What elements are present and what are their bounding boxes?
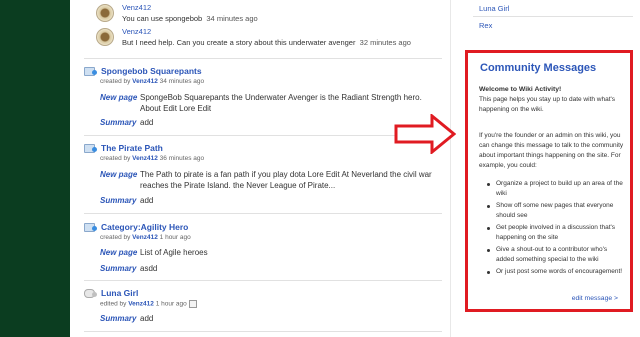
activity-feed: Venz412 You can use spongebob 34 minutes…	[70, 0, 450, 337]
entry-summary: add	[140, 196, 154, 205]
entry-title[interactable]: Spongebob Squarepants	[101, 66, 202, 76]
divider	[473, 16, 633, 17]
list-item: Give a shout-out to a contributor who's …	[484, 245, 624, 265]
entry-snippet: SpongeBob Squarepants the Underwater Ave…	[140, 93, 422, 113]
entry-summary: add	[140, 118, 154, 127]
reply-text: But I need help. Can you create a story …	[122, 38, 411, 47]
entry-user[interactable]: Venz412	[132, 155, 158, 162]
reply-time: 32 minutes ago	[359, 38, 411, 47]
entry-title[interactable]: Category:Agility Hero	[101, 222, 188, 232]
entry-summary: asdd	[140, 264, 158, 273]
entry-snippet: List of Agile heroes	[140, 248, 208, 257]
community-messages-title: Community Messages	[480, 62, 597, 74]
diff-icon[interactable]	[188, 300, 197, 308]
divider	[84, 213, 442, 214]
reply-author[interactable]: Venz412	[122, 27, 151, 36]
intro-text: This page helps you stay up to date with…	[479, 96, 616, 113]
divider	[84, 58, 442, 59]
entry-user[interactable]: Venz412	[128, 301, 154, 308]
reply-time: 34 minutes ago	[206, 14, 258, 23]
entry-snippet: The Path to pirate is a fan path if you …	[140, 170, 432, 190]
red-arrow-icon	[394, 114, 456, 154]
divider	[84, 135, 442, 136]
entry-label-summary: Summary	[100, 118, 137, 127]
suggestion-list: Organize a project to build up an area o…	[484, 179, 624, 279]
list-item: Or just post some words of encouragement…	[484, 267, 624, 277]
entry-meta: created by Venz412 34 minutes ago	[100, 78, 205, 85]
page-icon	[84, 67, 97, 76]
reply-author[interactable]: Venz412	[122, 3, 151, 12]
divider	[84, 331, 442, 332]
entry-meta: edited by Venz412 1 hour ago	[100, 300, 197, 308]
entry-meta: created by Venz412 1 hour ago	[100, 234, 191, 241]
entry-label-summary: Summary	[100, 314, 137, 323]
divider	[84, 280, 442, 281]
entry-label-new-page: New page	[100, 93, 138, 102]
page-icon	[84, 223, 97, 232]
avatar[interactable]	[96, 28, 114, 46]
entry-title[interactable]: Luna Girl	[101, 288, 138, 298]
entry-label-summary: Summary	[100, 196, 137, 205]
edit-message-link[interactable]: edit message >	[572, 295, 618, 302]
entry-label-new-page: New page	[100, 248, 138, 257]
list-item: Get people involved in a discussion that…	[484, 223, 624, 243]
activity-entry: Luna Girl edited by Venz412 1 hour ago S…	[84, 288, 444, 328]
activity-entry: Category:Agility Hero created by Venz412…	[84, 222, 444, 274]
activity-entry: The Pirate Path created by Venz412 36 mi…	[84, 143, 444, 213]
activity-entry: Spongebob Squarepants created by Venz412…	[84, 66, 444, 136]
page-icon	[84, 144, 97, 153]
entry-meta: created by Venz412 36 minutes ago	[100, 155, 205, 162]
list-item: Organize a project to build up an area o…	[484, 179, 624, 199]
entry-title[interactable]: The Pirate Path	[101, 143, 163, 153]
rail-link[interactable]: Rex	[479, 21, 492, 30]
list-item: Show off some new pages that everyone sh…	[484, 201, 624, 221]
reply-text: You can use spongebob 34 minutes ago	[122, 14, 258, 23]
founder-text: If you're the founder or an admin on thi…	[479, 132, 624, 169]
left-background	[0, 0, 70, 337]
community-messages-panel: Community Messages Welcome to Wiki Activ…	[465, 50, 633, 312]
entry-label-summary: Summary	[100, 264, 137, 273]
edit-icon	[84, 289, 97, 298]
entry-user[interactable]: Venz412	[132, 234, 158, 241]
rail-link[interactable]: Luna Girl	[479, 4, 509, 13]
entry-label-new-page: New page	[100, 170, 138, 179]
entry-user[interactable]: Venz412	[132, 78, 158, 85]
entry-summary: add	[140, 314, 154, 323]
welcome-heading: Welcome to Wiki Activity!	[479, 86, 562, 93]
avatar[interactable]	[96, 4, 114, 22]
